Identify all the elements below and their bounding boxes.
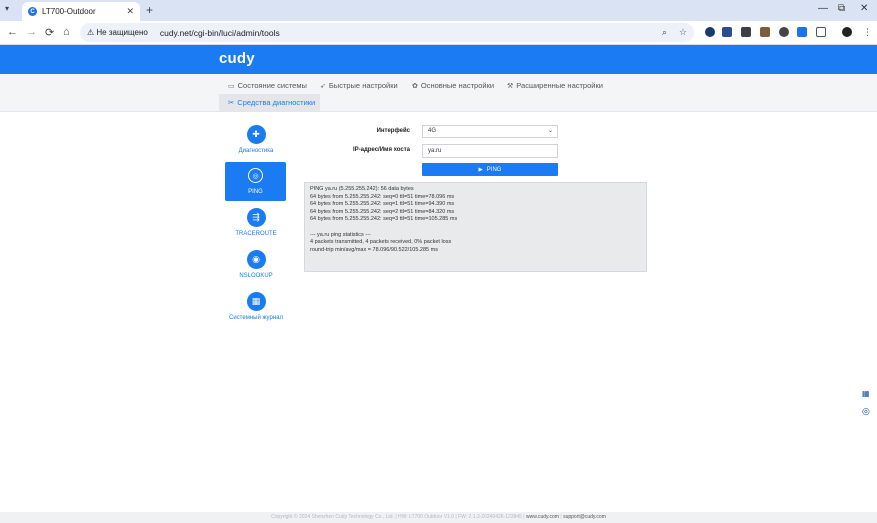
browser-menu-icon[interactable]: ⋮: [863, 27, 872, 38]
sidebar-item-ping[interactable]: ◎ PING: [225, 162, 286, 201]
gear-icon: ✿: [412, 82, 418, 90]
host-label: IP-адрес/Имя хоста: [352, 147, 410, 153]
reload-button[interactable]: ⟳: [45, 26, 54, 39]
footer: Copyright © 2024 Shenzhen Cudy Technolog…: [0, 512, 877, 523]
menu-advanced-settings[interactable]: ⚒ Расширенные настройки: [507, 81, 603, 90]
main-menu: [0, 74, 877, 112]
tab-search-icon[interactable]: ▾: [5, 4, 9, 13]
sidebar-item-nslookup[interactable]: ◉ NSLOOKUP: [225, 250, 287, 279]
footer-copyright: Copyright © 2024 Shenzhen Cudy Technolog…: [271, 514, 525, 520]
new-tab-button[interactable]: +: [146, 3, 153, 17]
sidebar-item-traceroute[interactable]: ⇶ TRACEROUTE: [225, 208, 287, 237]
play-icon: ▶: [478, 166, 483, 173]
sidebar-item-system-log[interactable]: ▦ Системный журнал: [225, 292, 287, 321]
menu-system-status[interactable]: ▭ Состояние системы: [228, 81, 307, 90]
target-icon: ◎: [248, 168, 263, 183]
interface-value: 4G: [428, 128, 437, 134]
browser-tab[interactable]: C LT700-Outdoor ✕: [22, 2, 140, 21]
sidebar-item-label: NSLOOKUP: [239, 273, 273, 279]
back-button[interactable]: ←: [7, 26, 18, 38]
profile-avatar[interactable]: [842, 27, 852, 37]
log-icon: ▦: [246, 292, 266, 311]
extensions-puzzle-icon[interactable]: [816, 27, 826, 37]
output-line: --- ya.ru ping statistics ---: [310, 231, 371, 238]
close-window-button[interactable]: ✕: [860, 3, 868, 14]
chat-icon[interactable]: ◎: [862, 406, 870, 417]
address-bar[interactable]: ⚠ Не защищено cudy.net/cgi-bin/luci/admi…: [80, 23, 694, 42]
host-input[interactable]: ya.ru: [422, 144, 558, 158]
rocket-icon: ➶: [320, 82, 326, 90]
output-line: 64 bytes from 5.255.255.242: seq=0 ttl=5…: [310, 193, 455, 200]
footer-separator: |: [560, 514, 562, 520]
bookmark-star-icon[interactable]: ☆: [679, 27, 687, 38]
cudy-favicon-icon: C: [28, 7, 37, 16]
output-line: 64 bytes from 5.255.255.242: seq=1 ttl=5…: [310, 201, 455, 208]
extension-icon[interactable]: [797, 27, 807, 37]
tab-close-icon[interactable]: ✕: [126, 6, 134, 17]
output-line: 64 bytes from 5.255.255.242: seq=2 ttl=5…: [310, 208, 455, 215]
router-header: [0, 45, 877, 74]
qr-code-icon[interactable]: ▦: [862, 389, 870, 398]
menu-label: Основные настройки: [420, 81, 495, 90]
minimize-button[interactable]: —: [818, 3, 828, 14]
security-label: Не защищено: [96, 28, 148, 37]
menu-label: Расширенные настройки: [516, 81, 603, 90]
sidebar-item-label: PING: [248, 189, 263, 195]
menu-quick-setup[interactable]: ➶ Быстрые настройки: [320, 81, 398, 90]
ping-button[interactable]: ▶ PING: [422, 163, 558, 176]
interface-label: Интерфейс: [376, 128, 410, 134]
sidebar-item-diagnostics[interactable]: ✚ Диагностика: [225, 125, 287, 154]
cudy-logo[interactable]: cudy: [219, 50, 255, 67]
tab-title: LT700-Outdoor: [42, 7, 96, 16]
extension-icon[interactable]: [741, 27, 751, 37]
extension-icon[interactable]: [779, 27, 789, 37]
interface-select[interactable]: 4G ⌄: [422, 125, 558, 138]
footer-link-website[interactable]: www.cudy.com: [526, 514, 559, 520]
route-icon: ⇶: [246, 208, 266, 227]
menu-label: Быстрые настройки: [328, 81, 398, 90]
footer-link-support[interactable]: support@cudy.com: [563, 514, 606, 520]
ping-button-label: PING: [486, 166, 502, 173]
extension-shield-icon[interactable]: [705, 27, 715, 37]
chevron-down-icon: ⌄: [547, 128, 553, 134]
forward-button[interactable]: →: [26, 26, 37, 38]
output-line: 64 bytes from 5.255.255.242: seq=3 ttl=5…: [310, 216, 458, 223]
url-text[interactable]: cudy.net/cgi-bin/luci/admin/tools: [160, 28, 280, 38]
medkit-icon: ✚: [246, 125, 266, 144]
menu-basic-settings[interactable]: ✿ Основные настройки: [412, 81, 494, 90]
lookup-icon: ◉: [246, 250, 266, 269]
extension-icon[interactable]: [760, 27, 770, 37]
wrench-gear-icon: ⚒: [507, 82, 514, 90]
maximize-button[interactable]: ⧉: [838, 3, 845, 14]
security-indicator[interactable]: ⚠ Не защищено: [87, 28, 148, 37]
menu-label: Средства диагностики: [237, 98, 316, 107]
sidebar-item-label: Системный журнал: [229, 315, 283, 321]
zoom-icon[interactable]: ⌕: [662, 27, 667, 38]
tools-icon: ✂: [228, 98, 235, 107]
output-line: 4 packets transmitted, 4 packets receive…: [310, 239, 452, 246]
extension-icon[interactable]: [722, 27, 732, 37]
sidebar-item-label: Диагностика: [238, 148, 274, 154]
monitor-icon: ▭: [228, 82, 235, 90]
home-button[interactable]: ⌂: [63, 26, 70, 38]
ping-output: PING ya.ru (5.255.255.242): 56 data byte…: [304, 182, 647, 272]
output-line: round-trip min/avg/max = 78.096/90.522/1…: [310, 246, 438, 253]
sidebar-item-label: TRACEROUTE: [235, 231, 277, 237]
menu-label: Состояние системы: [237, 81, 307, 90]
output-line: PING ya.ru (5.255.255.242): 56 data byte…: [310, 186, 414, 192]
menu-diagnostic-tools[interactable]: ✂ Средства диагностики: [219, 94, 320, 111]
